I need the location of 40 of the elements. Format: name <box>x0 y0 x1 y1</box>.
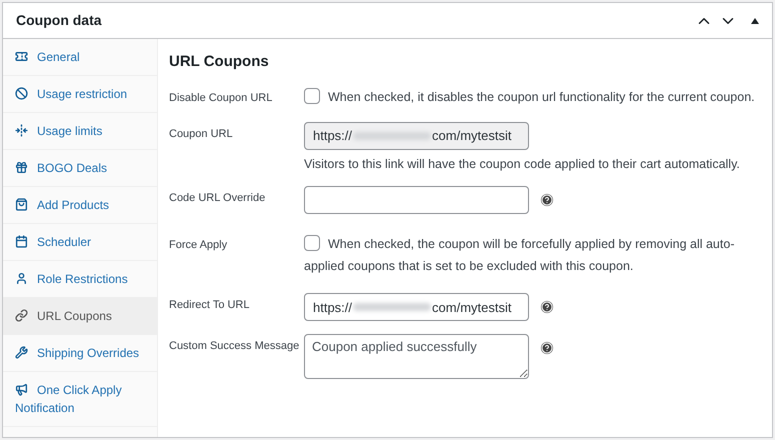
help-icon[interactable] <box>541 342 553 354</box>
collapse-icon[interactable] <box>751 18 759 24</box>
field-label: Redirect To URL <box>169 298 250 314</box>
user-icon <box>15 272 28 285</box>
ticket-icon <box>15 50 28 63</box>
help-icon[interactable] <box>541 301 553 314</box>
help-icon[interactable] <box>541 194 553 206</box>
panel-title: Coupon data <box>16 11 103 30</box>
link-icon <box>15 309 28 322</box>
sidebar-tab[interactable]: Usage limits <box>3 113 157 150</box>
url-field: https:// com/mytestsit <box>304 122 529 150</box>
section-heading: URL Coupons <box>169 52 270 72</box>
url-field[interactable]: https:// com/mytestsit <box>304 293 529 322</box>
sidebar-tab[interactable]: General <box>3 39 157 76</box>
field-label: Code URL Override <box>169 191 266 206</box>
text-field[interactable] <box>304 186 529 214</box>
sidebar-tab[interactable]: One Click Apply Notification <box>3 372 157 427</box>
message-field[interactable]: Coupon applied successfully <box>304 334 529 380</box>
sidebar-tab[interactable]: URL Coupons <box>3 298 157 335</box>
field-label: Disable Coupon URL <box>169 90 274 106</box>
wrench-icon <box>15 346 28 359</box>
field-description: Visitors to this link will have the coupon code applied to their cart automatically. <box>304 156 741 173</box>
sidebar-tab[interactable]: Usage restriction <box>3 76 157 113</box>
gift-icon <box>15 161 28 174</box>
bag-icon <box>15 198 28 211</box>
field-label: Coupon URL <box>169 126 234 142</box>
field-label: Force Apply <box>169 238 228 254</box>
sidebar-tab[interactable]: Add Products <box>3 187 157 224</box>
arrows-icon <box>15 124 28 137</box>
sidebar-tab[interactable]: Scheduler <box>3 224 157 261</box>
checkbox[interactable] <box>304 88 320 104</box>
checkbox-description: When checked, it disables the coupon url functionality for the current coupon. <box>304 86 755 108</box>
checkbox-description: When checked, the coupon will be forcefully applied by removing all auto-applied coupons that is set to be excluded with this coupon. <box>304 234 736 276</box>
sidebar-tab[interactable]: BOGO Deals <box>3 150 157 187</box>
sidebar-tab[interactable]: Shipping Overrides <box>3 335 157 372</box>
ban-icon <box>15 87 28 100</box>
megaphone-icon <box>15 383 28 396</box>
calendar-icon <box>15 235 28 248</box>
field-label: Custom Success Message <box>169 339 300 354</box>
checkbox[interactable] <box>304 235 320 252</box>
